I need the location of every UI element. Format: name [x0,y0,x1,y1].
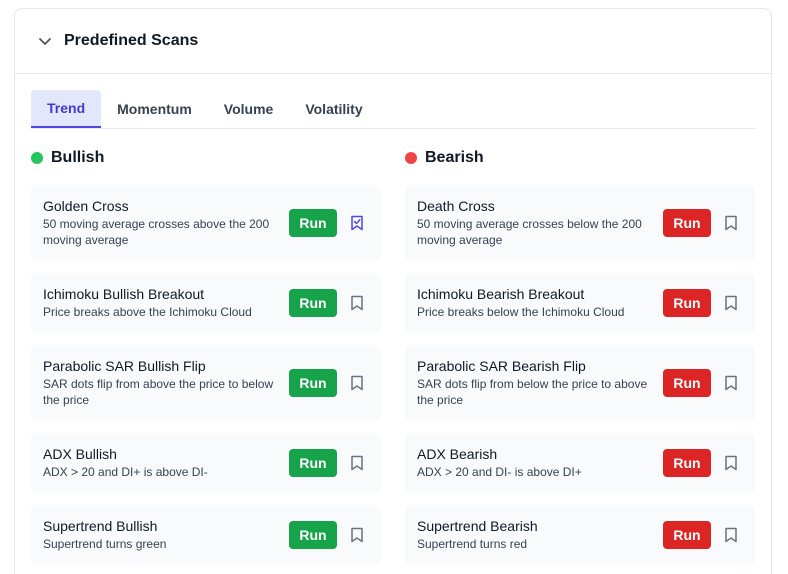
scan-title: ADX Bullish [43,446,117,462]
scan-title: Golden Cross [43,198,129,214]
bookmark-icon[interactable] [350,375,364,391]
predefined-scans-panel: Predefined Scans Trend Momentum Volume V… [14,8,772,574]
bookmark-icon[interactable] [724,455,738,471]
tab-bar: Trend Momentum Volume Volatility [31,90,755,129]
bearish-column: Bearish Death Cross 50 moving average cr… [405,149,755,565]
run-button[interactable]: Run [663,369,711,397]
panel-header[interactable]: Predefined Scans [15,9,771,74]
scan-card-adx-bullish: ADX Bullish ADX > 20 and DI+ is above DI… [31,433,381,493]
scan-description: ADX > 20 and DI+ is above DI- [43,465,208,479]
scan-card-psar-bearish: Parabolic SAR Bearish Flip SAR dots flip… [405,345,755,421]
run-button[interactable]: Run [289,369,337,397]
bullish-column: Bullish Golden Cross 50 moving average c… [31,149,381,565]
panel-title: Predefined Scans [64,32,199,49]
bullish-dot-icon [31,152,43,164]
run-button[interactable]: Run [663,289,711,317]
bearish-header: Bearish [405,149,755,167]
bookmark-icon[interactable] [350,527,364,543]
run-button[interactable]: Run [289,449,337,477]
run-button[interactable]: Run [663,449,711,477]
bearish-title: Bearish [425,149,484,166]
bullish-title: Bullish [51,149,105,166]
scan-description: ADX > 20 and DI- is above DI+ [417,465,582,479]
scan-title: ADX Bearish [417,446,498,462]
bookmark-icon[interactable] [350,295,364,311]
scan-description: 50 moving average crosses above the 200 … [43,217,270,247]
scan-card-supertrend-bearish: Supertrend Bearish Supertrend turns red … [405,505,755,565]
tab-momentum[interactable]: Momentum [101,90,208,128]
bookmark-icon[interactable] [724,375,738,391]
scan-description: Supertrend turns red [417,537,528,551]
bookmark-icon[interactable] [724,527,738,543]
bookmark-icon[interactable] [724,215,738,231]
scan-card-ichimoku-bearish: Ichimoku Bearish Breakout Price breaks b… [405,273,755,333]
run-button[interactable]: Run [663,209,711,237]
scan-description: 50 moving average crosses below the 200 … [417,217,642,247]
scan-card-psar-bullish: Parabolic SAR Bullish Flip SAR dots flip… [31,345,381,421]
scan-title: Ichimoku Bullish Breakout [43,286,205,302]
scan-title: Supertrend Bearish [417,518,538,534]
scan-card-death-cross: Death Cross 50 moving average crosses be… [405,185,755,261]
scan-description: Price breaks below the Ichimoku Cloud [417,305,625,319]
bullish-header: Bullish [31,149,381,167]
scan-title: Death Cross [417,198,495,214]
scan-title: Parabolic SAR Bearish Flip [417,358,586,374]
bookmark-check-icon[interactable] [350,215,364,231]
scan-card-adx-bearish: ADX Bearish ADX > 20 and DI- is above DI… [405,433,755,493]
tab-volume[interactable]: Volume [208,90,290,128]
run-button[interactable]: Run [289,209,337,237]
scan-description: Price breaks above the Ichimoku Cloud [43,305,252,319]
tab-volatility[interactable]: Volatility [289,90,378,128]
scan-card-ichimoku-bullish: Ichimoku Bullish Breakout Price breaks a… [31,273,381,333]
run-button[interactable]: Run [289,521,337,549]
scan-description: Supertrend turns green [43,537,167,551]
scan-card-supertrend-bullish: Supertrend Bullish Supertrend turns gree… [31,505,381,565]
scan-description: SAR dots flip from above the price to be… [43,377,274,407]
chevron-down-icon[interactable] [37,33,53,49]
run-button[interactable]: Run [663,521,711,549]
scan-title: Ichimoku Bearish Breakout [417,286,585,302]
scan-title: Supertrend Bullish [43,518,158,534]
scan-card-golden-cross: Golden Cross 50 moving average crosses a… [31,185,381,261]
bookmark-icon[interactable] [350,455,364,471]
tab-trend[interactable]: Trend [31,90,102,128]
scan-description: SAR dots flip from below the price to ab… [417,377,648,407]
bookmark-icon[interactable] [724,295,738,311]
scan-title: Parabolic SAR Bullish Flip [43,358,206,374]
run-button[interactable]: Run [289,289,337,317]
bearish-dot-icon [405,152,417,164]
